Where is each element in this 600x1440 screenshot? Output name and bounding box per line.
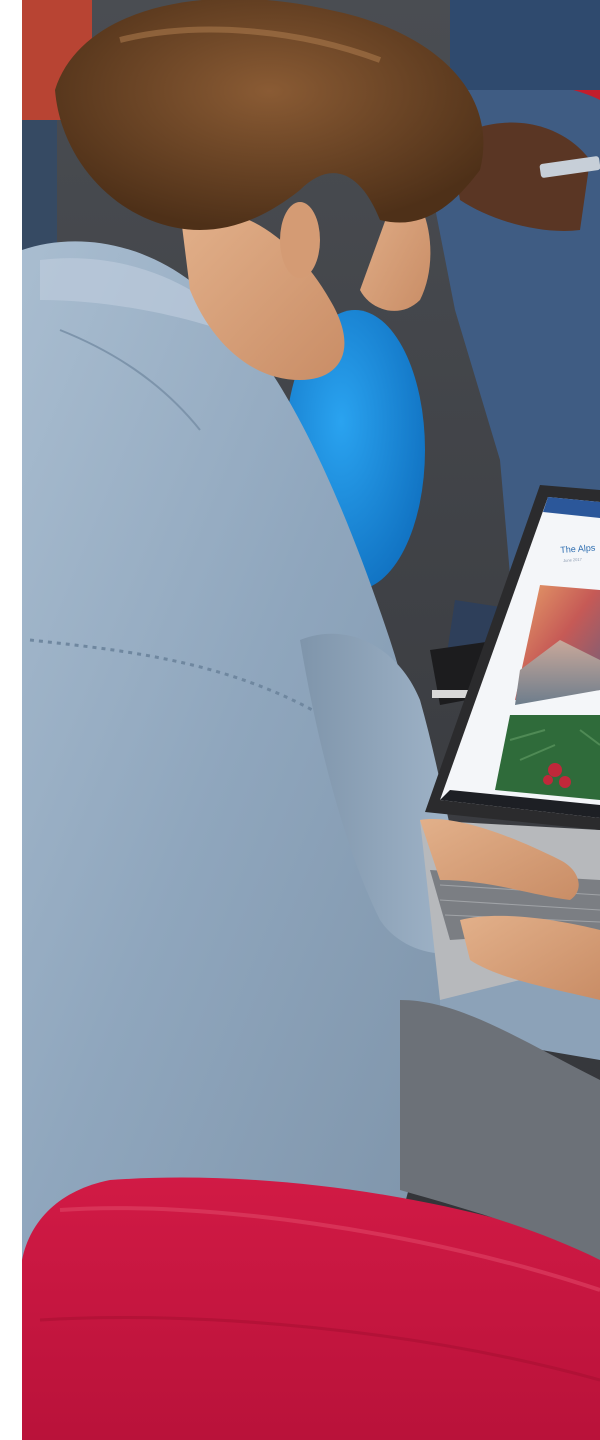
photo: The Alps June 2017 <box>0 0 600 1440</box>
photo-illustration <box>0 0 600 1440</box>
